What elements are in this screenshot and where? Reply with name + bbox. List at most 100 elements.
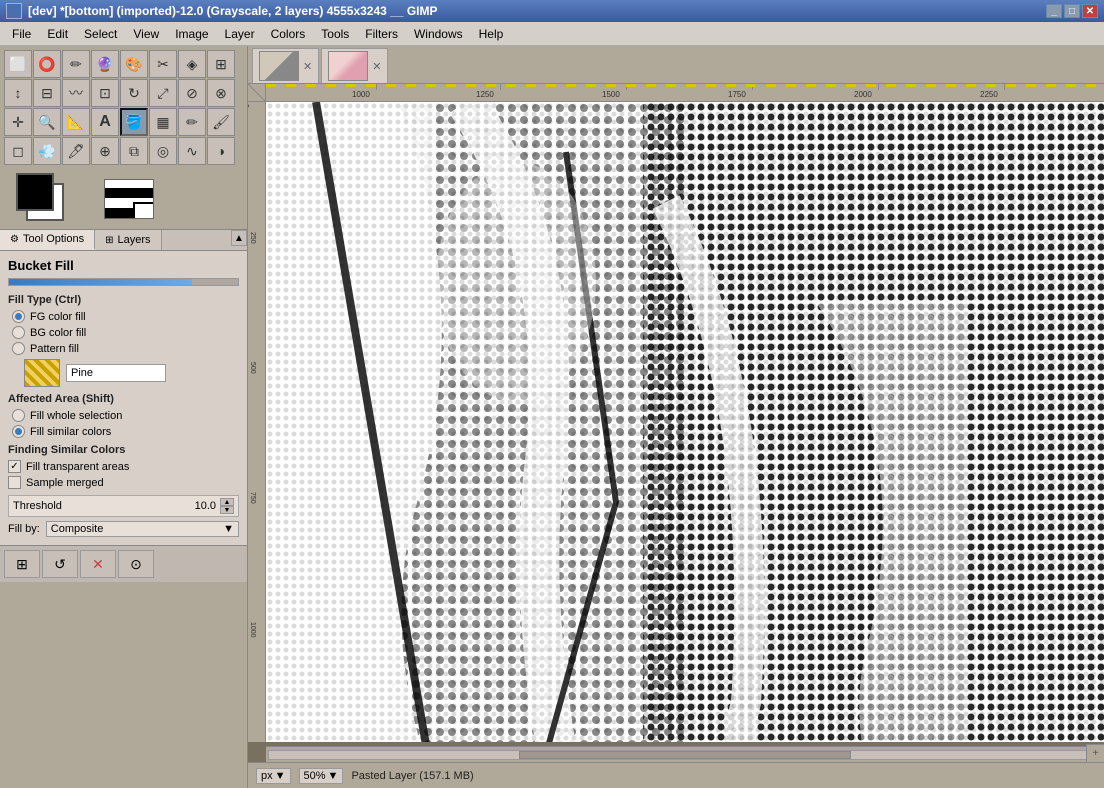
- fill-type-bg[interactable]: BG color fill: [12, 326, 239, 339]
- free-select-tool[interactable]: ✏: [62, 50, 90, 78]
- bucket-fill-tool[interactable]: 🪣: [120, 108, 148, 136]
- unit-selector[interactable]: px ▼: [256, 768, 291, 784]
- canvas-content[interactable]: [266, 102, 1104, 742]
- menu-windows[interactable]: Windows: [406, 25, 471, 43]
- fill-by-dropdown-icon: ▼: [223, 523, 234, 535]
- preferences-button[interactable]: ⊙: [118, 550, 154, 578]
- canvas-area: ✕ ✕ 1000 1250 1500 1750 2000 2250: [248, 46, 1104, 788]
- ellipse-select-tool[interactable]: ⭕: [33, 50, 61, 78]
- perspective-tool[interactable]: ⊡: [91, 79, 119, 107]
- paintbrush-tool[interactable]: 🖌: [207, 108, 235, 136]
- sample-merged-box[interactable]: [8, 476, 21, 489]
- zoom-selector[interactable]: 50% ▼: [299, 768, 344, 784]
- rect-select-tool[interactable]: ⬜: [4, 50, 32, 78]
- undo-button[interactable]: ↺: [42, 550, 78, 578]
- align-tool[interactable]: ⊟: [33, 79, 61, 107]
- menu-image[interactable]: Image: [167, 25, 216, 43]
- image-tab-2[interactable]: ✕: [321, 48, 388, 83]
- menu-layer[interactable]: Layer: [217, 25, 263, 43]
- convolve-tool[interactable]: ◎: [149, 137, 177, 165]
- tab-tool-options[interactable]: ⚙ Tool Options: [0, 230, 95, 250]
- image-tab-2-close[interactable]: ✕: [372, 60, 381, 73]
- menu-view[interactable]: View: [125, 25, 167, 43]
- unit-value: px: [261, 770, 273, 782]
- sample-merged-checkbox[interactable]: Sample merged: [8, 476, 239, 489]
- menu-colors[interactable]: Colors: [263, 25, 314, 43]
- menu-edit[interactable]: Edit: [39, 25, 76, 43]
- bottom-toolbar: ⊞ ↺ ✕ ⊙: [0, 545, 247, 582]
- crop-tool[interactable]: ⊞: [207, 50, 235, 78]
- scrollbar-thumb-h[interactable]: [519, 751, 852, 759]
- by-color-select-tool[interactable]: 🎨: [120, 50, 148, 78]
- fg-color-swatch[interactable]: [16, 173, 54, 211]
- pattern-row: [24, 359, 239, 387]
- threshold-arrows[interactable]: ▲ ▼: [220, 498, 234, 514]
- scissors-tool[interactable]: ✂: [149, 50, 177, 78]
- menu-file[interactable]: File: [4, 25, 39, 43]
- tool-options-panel: Bucket Fill Fill Type (Ctrl) FG color fi…: [0, 251, 247, 545]
- ruler-h-mark-1000: 1000: [352, 90, 370, 99]
- zoom-dropdown-icon: ▼: [328, 770, 339, 782]
- status-bar: px ▼ 50% ▼ Pasted Layer (157.1 MB): [248, 762, 1104, 788]
- menu-select[interactable]: Select: [76, 25, 125, 43]
- clone-tool[interactable]: ⧉: [120, 137, 148, 165]
- scale-tool[interactable]: ⤢: [149, 79, 177, 107]
- image-tab-1[interactable]: ✕: [252, 48, 319, 83]
- minimize-button[interactable]: _: [1046, 4, 1062, 18]
- unified-transform-tool[interactable]: ↕: [4, 79, 32, 107]
- ruler-v-mark-750: 750: [249, 492, 256, 504]
- window-controls[interactable]: _ □ ✕: [1046, 4, 1098, 18]
- text-tool[interactable]: A: [91, 108, 119, 136]
- heal-tool[interactable]: ⊕: [91, 137, 119, 165]
- menu-filters[interactable]: Filters: [357, 25, 406, 43]
- color-swatches[interactable]: [16, 173, 76, 225]
- smudge-tool[interactable]: ∿: [178, 137, 206, 165]
- fill-similar-radio[interactable]: [12, 425, 25, 438]
- zoom-tool[interactable]: 🔍: [33, 108, 61, 136]
- fill-whole-selection[interactable]: Fill whole selection: [12, 409, 239, 422]
- measure-tool[interactable]: 📐: [62, 108, 90, 136]
- close-button[interactable]: ✕: [1082, 4, 1098, 18]
- menu-help[interactable]: Help: [471, 25, 512, 43]
- fill-type-bg-radio[interactable]: [12, 326, 25, 339]
- pattern-swatch[interactable]: [24, 359, 60, 387]
- menu-tools[interactable]: Tools: [313, 25, 357, 43]
- fill-type-pattern[interactable]: Pattern fill: [12, 342, 239, 355]
- opacity-bar[interactable]: [8, 278, 239, 286]
- rotate-tool[interactable]: ↻: [120, 79, 148, 107]
- shear-tool[interactable]: ⊘: [178, 79, 206, 107]
- threshold-row: Threshold 10.0 ▲ ▼: [8, 495, 239, 517]
- airbrush-tool[interactable]: 💨: [33, 137, 61, 165]
- fill-type-pattern-radio[interactable]: [12, 342, 25, 355]
- fill-type-fg-radio[interactable]: [12, 310, 25, 323]
- fill-type-fg[interactable]: FG color fill: [12, 310, 239, 323]
- dodge-burn-tool[interactable]: ◑: [207, 137, 235, 165]
- pencil-tool[interactable]: ✏: [178, 108, 206, 136]
- maximize-button[interactable]: □: [1064, 4, 1080, 18]
- fill-similar-colors[interactable]: Fill similar colors: [12, 425, 239, 438]
- fill-transparent-checkbox[interactable]: ✓ Fill transparent areas: [8, 460, 239, 473]
- expand-corner[interactable]: +: [1086, 744, 1104, 762]
- fill-by-select[interactable]: Composite ▼: [46, 521, 239, 537]
- eraser-tool[interactable]: ◻: [4, 137, 32, 165]
- fuzzy-select-tool[interactable]: 🔮: [91, 50, 119, 78]
- pattern-name-input[interactable]: [66, 364, 166, 382]
- fill-transparent-box[interactable]: ✓: [8, 460, 21, 473]
- ink-tool[interactable]: 🖊: [62, 137, 90, 165]
- cage-tool[interactable]: ⊗: [207, 79, 235, 107]
- fill-whole-radio[interactable]: [12, 409, 25, 422]
- horizontal-scrollbar[interactable]: [266, 746, 1104, 762]
- ruler-h-mark-1500: 1500: [602, 90, 620, 99]
- blend-tool[interactable]: ▦: [149, 108, 177, 136]
- scrollbar-track-h[interactable]: [268, 750, 1102, 760]
- panel-maximize-button[interactable]: ▲: [231, 230, 247, 246]
- move-tool[interactable]: ✛: [4, 108, 32, 136]
- tab-layers[interactable]: ⊞ Layers: [95, 230, 161, 250]
- close-document-button[interactable]: ✕: [80, 550, 116, 578]
- threshold-down-arrow[interactable]: ▼: [220, 506, 234, 514]
- new-layer-button[interactable]: ⊞: [4, 550, 40, 578]
- image-tab-1-close[interactable]: ✕: [303, 60, 312, 73]
- warp-tool[interactable]: 〰: [62, 79, 90, 107]
- fg-select-tool[interactable]: ◈: [178, 50, 206, 78]
- threshold-up-arrow[interactable]: ▲: [220, 498, 234, 506]
